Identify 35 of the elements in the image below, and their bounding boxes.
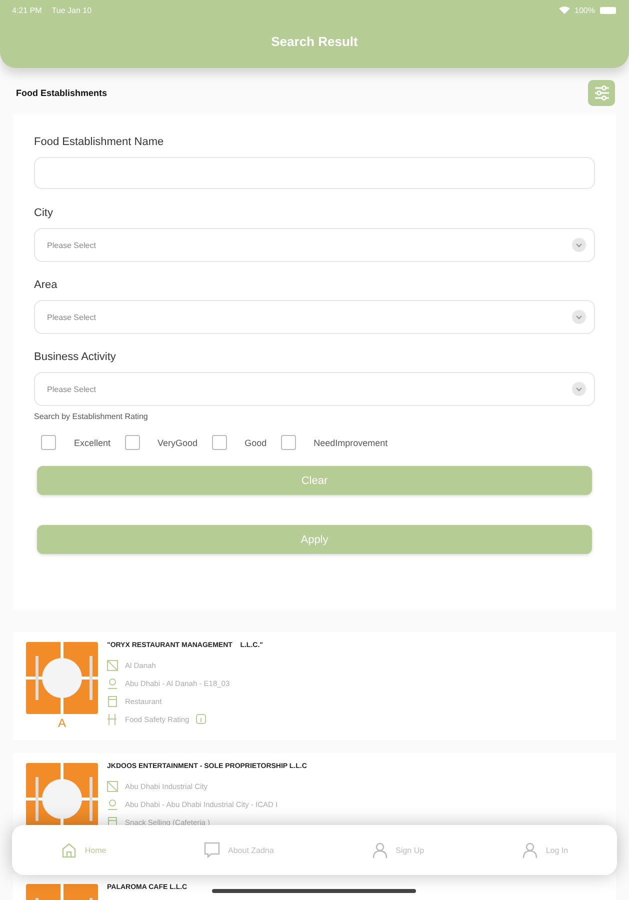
plate-logo-icon [26, 642, 98, 714]
chevron-down-icon [572, 238, 586, 252]
user-icon [372, 842, 388, 858]
field-label: City [34, 207, 54, 219]
name-input-field[interactable] [34, 157, 595, 189]
rating-checkbox[interactable]: NeedImprovement [280, 435, 388, 450]
nav-tab[interactable]: Sign Up [368, 836, 428, 864]
rating-checkbox[interactable]: Good [212, 435, 267, 450]
page-title: Search Result [270, 33, 359, 49]
battery-percent: 100% [574, 6, 595, 14]
nav-tab[interactable]: About Zadna [200, 836, 278, 864]
sliders-icon [594, 85, 610, 101]
wifi-icon [558, 6, 570, 14]
rating-checkbox[interactable]: VeryGood [124, 435, 198, 450]
rating-checkbox[interactable]: Excellent [41, 435, 111, 450]
select-field[interactable]: Please Select [34, 228, 595, 262]
info-icon[interactable] [196, 714, 206, 724]
filter-button[interactable] [588, 80, 615, 106]
field-label: Area [34, 279, 58, 291]
user-icon [522, 842, 538, 858]
chevron-down-icon [572, 382, 586, 396]
rating-label: Search by Establishment Rating [34, 412, 149, 421]
field-label: Food Establishment Name [34, 136, 165, 148]
home-icon [60, 842, 77, 858]
section-title: Food Establishments [16, 88, 108, 98]
status-date: Tue Jan 10 [52, 6, 92, 14]
chat-icon [204, 842, 220, 858]
field-label: Business Activity [34, 351, 117, 363]
chevron-down-icon [572, 310, 586, 324]
select-field[interactable]: Please Select [34, 300, 595, 334]
battery-icon [600, 6, 617, 14]
nav-tab[interactable]: Log In [518, 836, 572, 864]
rating-grade: A [58, 717, 66, 729]
status-time: 4:21 PM [12, 6, 42, 14]
select-field[interactable]: Please Select [34, 372, 595, 406]
